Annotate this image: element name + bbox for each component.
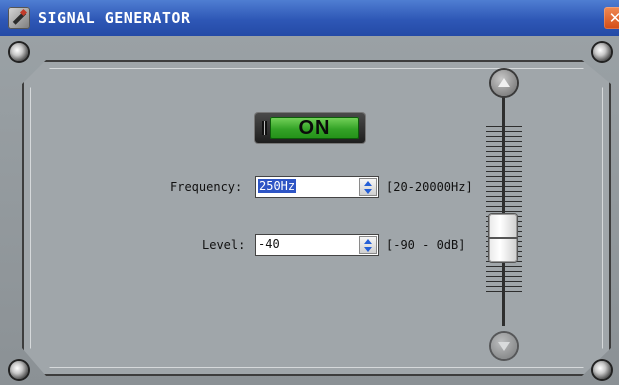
screw-icon	[10, 43, 28, 61]
slider-up-button[interactable]	[491, 70, 517, 96]
power-button-face: ON	[270, 117, 359, 139]
close-icon: ✕	[608, 9, 619, 27]
level-range: [-90 - 0dB]	[386, 238, 466, 252]
level-slider-scale	[486, 126, 522, 296]
control-panel	[22, 60, 611, 376]
frequency-value: 250Hz	[258, 179, 297, 193]
app-icon	[8, 7, 30, 29]
screw-icon	[10, 361, 28, 379]
level-spinner[interactable]	[359, 236, 377, 254]
power-indicator-icon	[262, 121, 267, 135]
level-input[interactable]: -40	[255, 234, 379, 256]
screw-icon	[593, 43, 611, 61]
window-title: SIGNAL GENERATOR	[38, 9, 191, 27]
power-button-label: ON	[298, 117, 331, 139]
slider-down-button[interactable]	[491, 333, 517, 359]
power-toggle-button[interactable]: ON	[255, 113, 365, 143]
frequency-range: [20-20000Hz]	[386, 180, 473, 194]
frequency-label: Frequency:	[170, 180, 243, 194]
level-value: -40	[258, 237, 280, 251]
signal-generator-window: SIGNAL GENERATOR ✕ ON Frequency: 250Hz […	[0, 0, 619, 385]
level-label: Level:	[202, 238, 246, 252]
level-slider-knob[interactable]	[489, 214, 517, 262]
screw-icon	[593, 361, 611, 379]
frequency-input[interactable]: 250Hz	[255, 176, 379, 198]
title-bar[interactable]: SIGNAL GENERATOR ✕	[0, 0, 619, 36]
frequency-spinner[interactable]	[359, 178, 377, 196]
close-button[interactable]: ✕	[604, 7, 619, 29]
